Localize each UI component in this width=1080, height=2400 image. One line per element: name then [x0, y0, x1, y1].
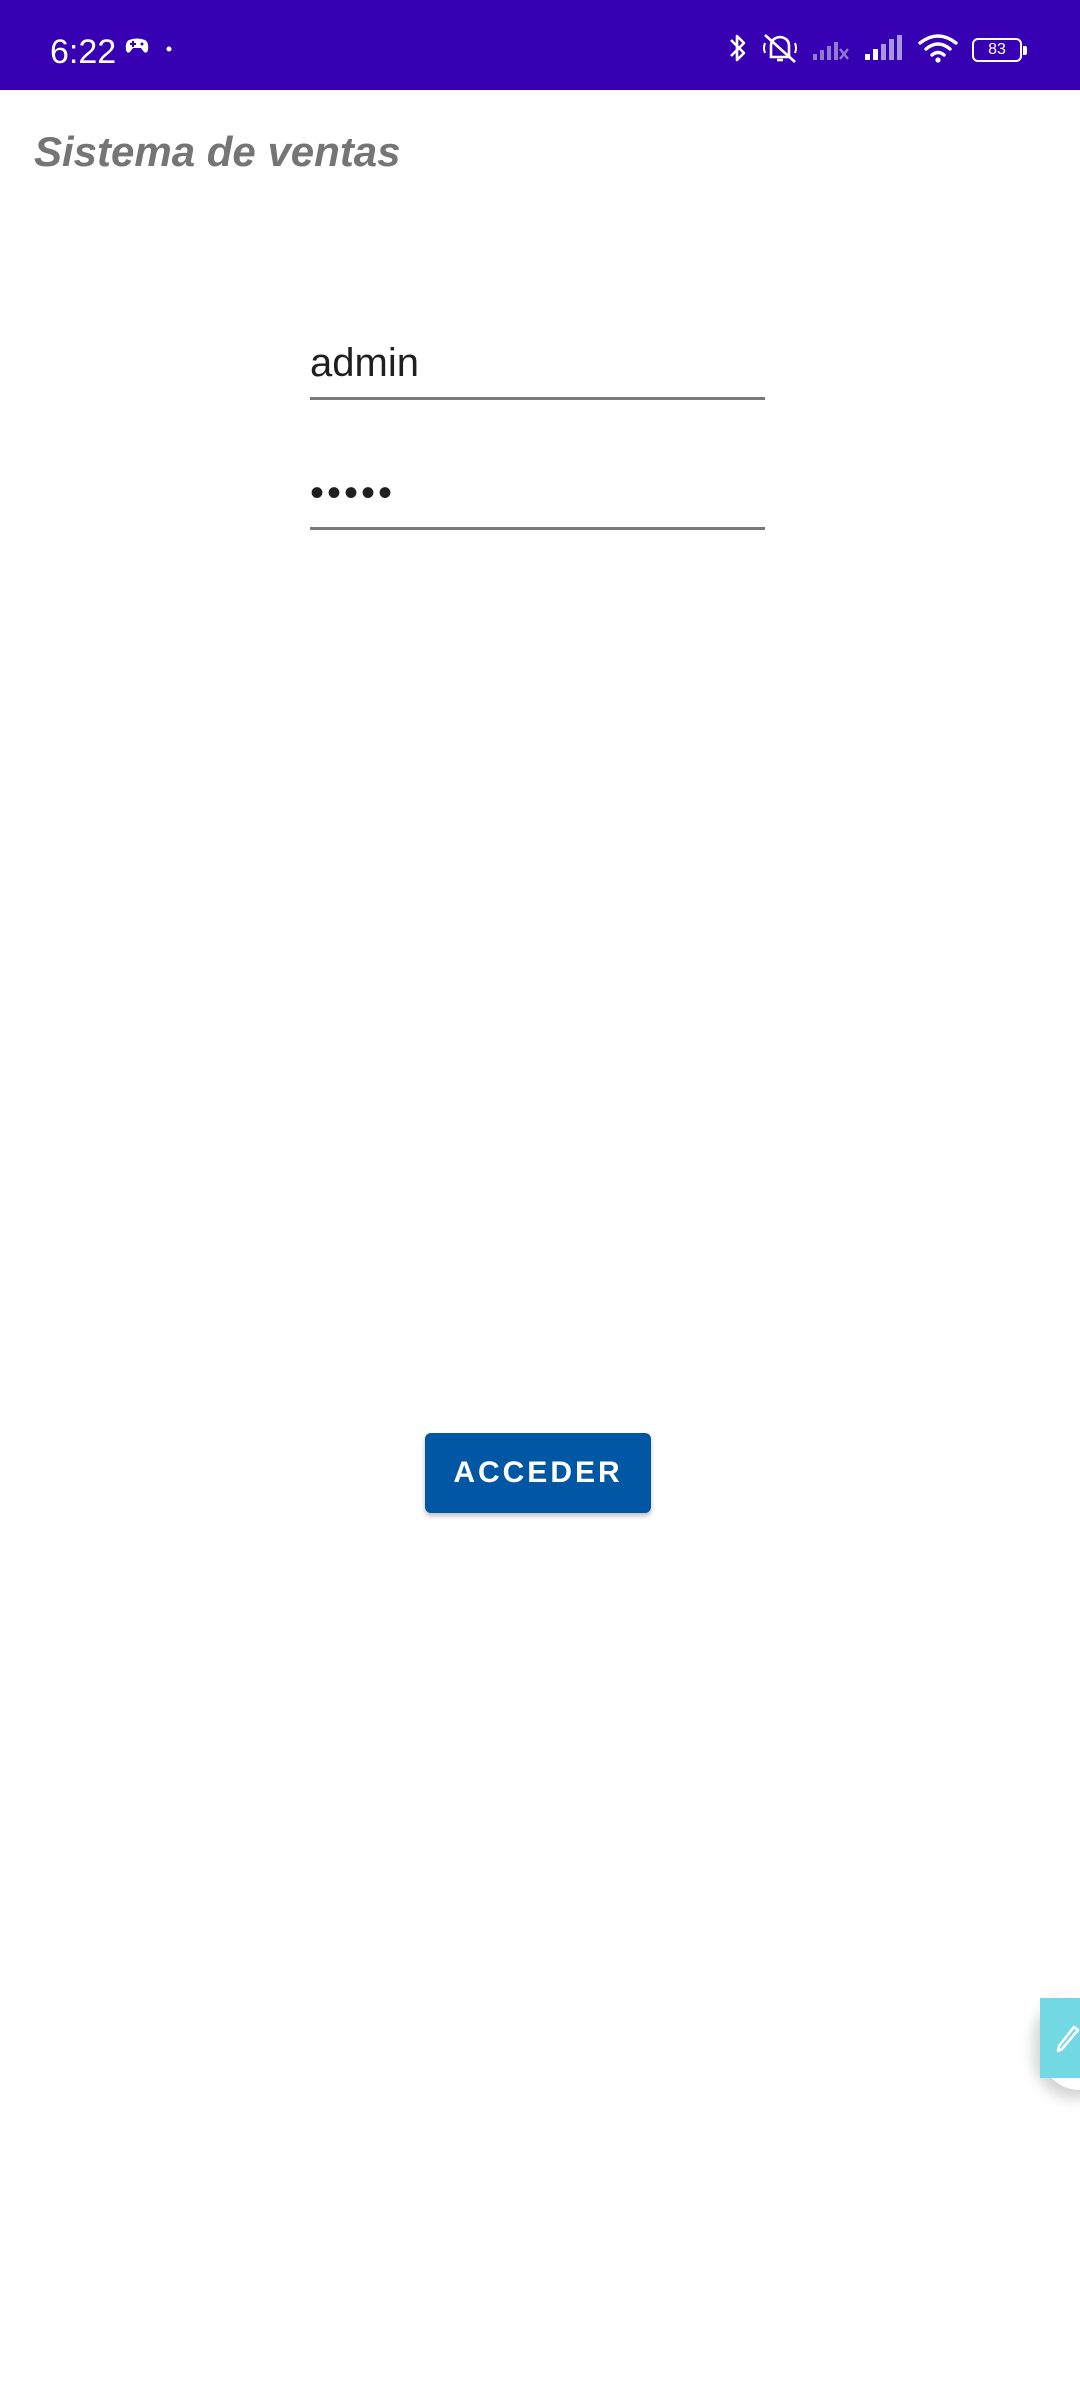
floating-edit-bubble[interactable]: [1040, 1998, 1080, 2078]
status-bar: 6:22 83: [0, 0, 1080, 90]
gamepad-icon: [124, 36, 150, 61]
bluetooth-icon: [728, 31, 748, 70]
password-input[interactable]: [310, 460, 765, 530]
app-title: Sistema de ventas: [34, 128, 401, 175]
status-right-icons: 83: [728, 31, 1027, 70]
vibrate-off-icon: [762, 31, 798, 70]
status-time: 6:22: [50, 33, 117, 71]
username-input[interactable]: [310, 330, 765, 400]
dot-icon: [166, 39, 172, 57]
wifi-icon: [918, 33, 958, 68]
battery-icon: 83: [972, 38, 1027, 62]
pencil-icon: [1054, 2019, 1080, 2058]
signal-icon: [864, 34, 904, 66]
signal-off-icon: [812, 35, 850, 66]
status-left-icons: [124, 36, 172, 60]
acceder-button[interactable]: ACCEDER: [425, 1433, 651, 1513]
battery-level: 83: [988, 41, 1006, 58]
